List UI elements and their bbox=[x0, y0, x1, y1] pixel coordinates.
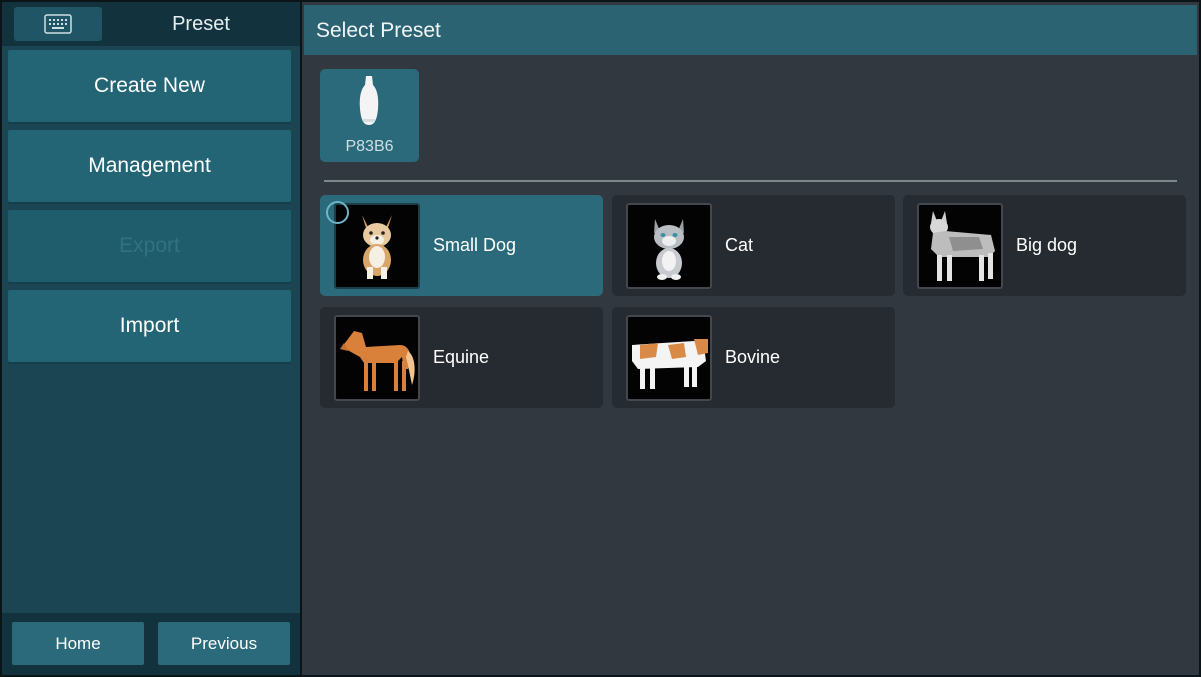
preset-small-dog[interactable]: Small Dog bbox=[320, 195, 603, 296]
probe-tile[interactable]: P83B6 bbox=[320, 69, 419, 162]
big-dog-icon bbox=[930, 211, 995, 281]
preset-label: Cat bbox=[725, 235, 754, 255]
home-button[interactable]: Home bbox=[12, 622, 144, 665]
preset-label: Bovine bbox=[725, 347, 781, 367]
probe-icon bbox=[359, 76, 379, 125]
probe-label: P83B6 bbox=[345, 138, 394, 155]
preset-label: Equine bbox=[433, 347, 490, 367]
keyboard-icon bbox=[44, 14, 72, 34]
management-button[interactable]: Management bbox=[8, 130, 291, 202]
selected-radio-indicator bbox=[326, 201, 349, 224]
sidebar-footer: Home Previous bbox=[2, 613, 300, 675]
preset-equine[interactable]: Equine bbox=[320, 307, 603, 408]
page-title: Select Preset bbox=[304, 5, 1197, 55]
import-button[interactable]: Import bbox=[8, 290, 291, 362]
preset-big-dog[interactable]: Big dog bbox=[903, 195, 1186, 296]
preset-label: Big dog bbox=[1016, 235, 1078, 255]
horse-icon bbox=[340, 331, 415, 391]
small-dog-icon bbox=[362, 215, 392, 279]
sidebar-title: Preset bbox=[172, 13, 230, 35]
sidebar: Preset Create New Management Export Impo… bbox=[2, 2, 300, 675]
preset-cat[interactable]: Cat bbox=[612, 195, 895, 296]
keyboard-button[interactable] bbox=[14, 7, 102, 41]
export-button[interactable]: Export bbox=[8, 210, 291, 282]
cat-icon bbox=[654, 219, 684, 280]
create-new-button[interactable]: Create New bbox=[8, 50, 291, 122]
preset-bovine[interactable]: Bovine bbox=[612, 307, 895, 408]
divider bbox=[324, 180, 1177, 182]
bovine-thumbnail bbox=[626, 315, 712, 401]
preset-label: Small Dog bbox=[433, 235, 517, 255]
main-panel: Select Preset P83B6 Small Dog Cat Big do… bbox=[302, 2, 1199, 675]
cow-icon bbox=[632, 339, 708, 389]
equine-thumbnail bbox=[334, 315, 420, 401]
sidebar-header: Preset bbox=[2, 2, 300, 46]
big-dog-thumbnail bbox=[917, 203, 1003, 289]
cat-thumbnail bbox=[626, 203, 712, 289]
previous-button[interactable]: Previous bbox=[158, 622, 290, 665]
